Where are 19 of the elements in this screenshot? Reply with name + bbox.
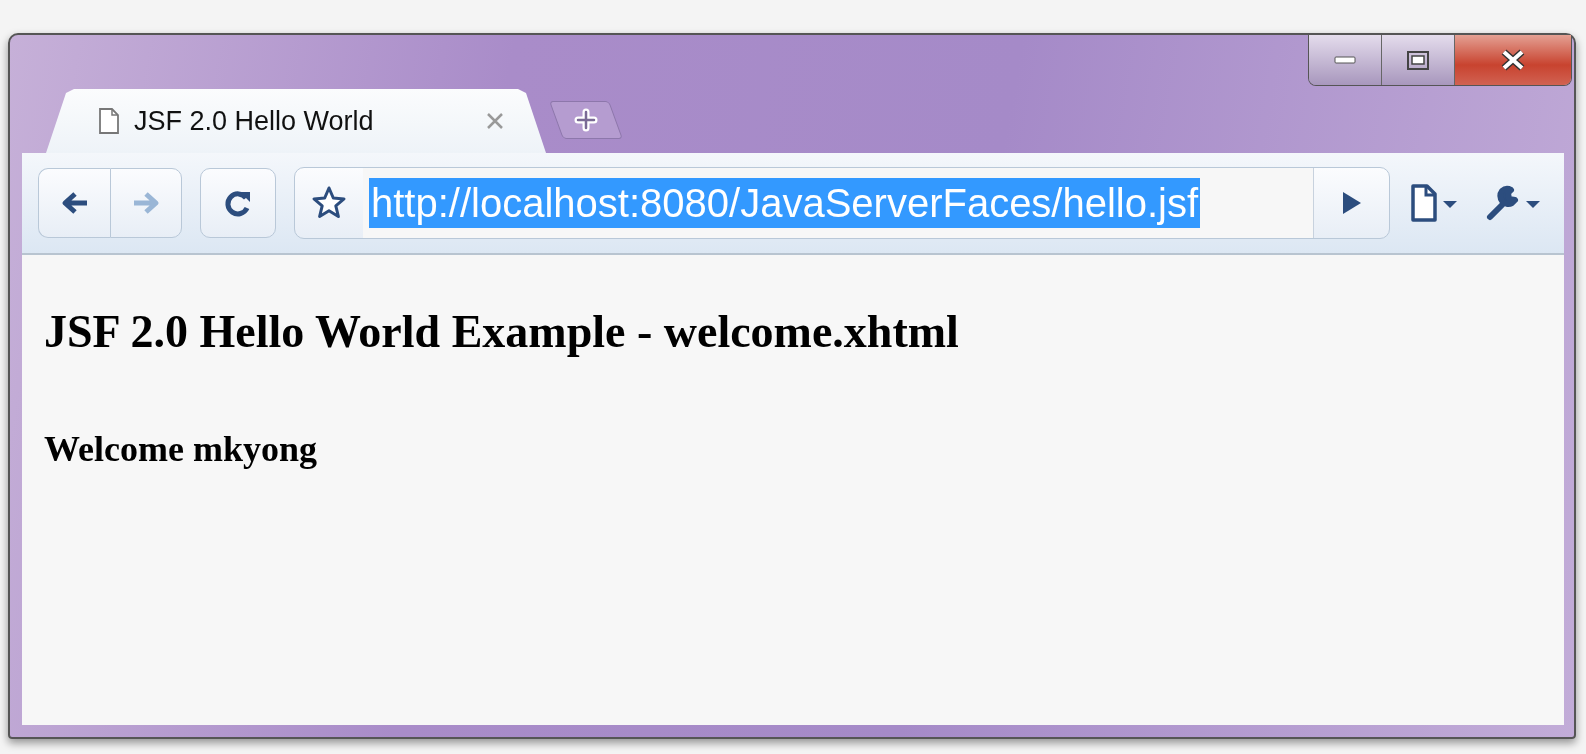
back-button[interactable]	[38, 168, 110, 238]
right-arrow-icon	[131, 190, 161, 216]
url-text: http://localhost:8080/JavaServerFaces/hello.jsf	[369, 178, 1201, 228]
plus-icon	[573, 108, 599, 132]
page-icon	[98, 107, 120, 135]
maximize-button[interactable]	[1382, 35, 1455, 85]
welcome-text: Welcome mkyong	[44, 428, 318, 470]
close-icon	[1501, 49, 1525, 71]
reload-button[interactable]	[200, 168, 276, 238]
page-heading: JSF 2.0 Hello World Example - welcome.xhtml	[44, 305, 960, 358]
close-button[interactable]	[1455, 35, 1571, 85]
minimize-icon	[1334, 56, 1356, 64]
play-icon	[1340, 190, 1363, 216]
tab-title: JSF 2.0 Hello World	[134, 105, 375, 137]
maximize-icon	[1407, 50, 1429, 70]
reload-icon	[223, 188, 253, 218]
browser-tab[interactable]: JSF 2.0 Hello World	[46, 89, 546, 153]
star-icon[interactable]	[311, 185, 347, 221]
close-icon[interactable]	[486, 112, 504, 130]
